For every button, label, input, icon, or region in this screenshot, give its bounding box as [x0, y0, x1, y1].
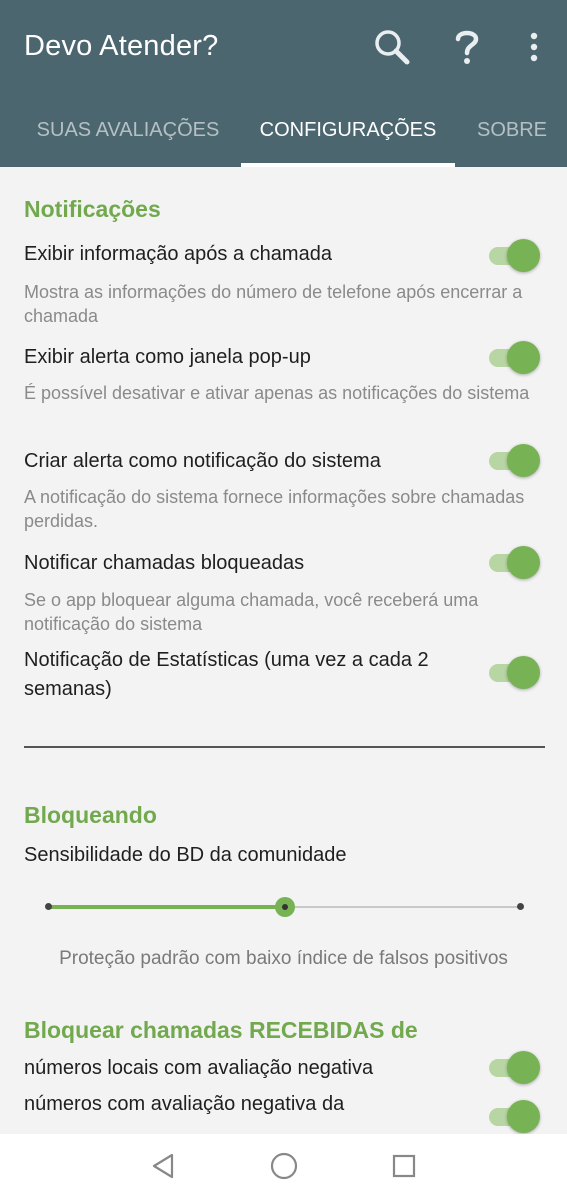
setting-subtitle: É possível desativar e ativar apenas as …: [24, 383, 530, 403]
setting-title[interactable]: Exibir informação após a chamada: [24, 240, 474, 269]
setting-title[interactable]: números locais com avaliação negativa: [24, 1054, 474, 1083]
setting-title[interactable]: números com avaliação negativa da: [24, 1090, 474, 1119]
slider-fill: [48, 905, 285, 909]
help-icon[interactable]: [452, 24, 482, 70]
setting-title[interactable]: Notificação de Estatísticas (uma vez a c…: [24, 646, 474, 704]
setting-subtitle: Se o app bloquear alguma chamada, você r…: [24, 590, 479, 634]
system-nav-bar: [0, 1134, 567, 1196]
toggle-numeros-negativos[interactable]: [489, 1100, 541, 1134]
more-vert-icon[interactable]: [522, 24, 546, 70]
home-icon[interactable]: [266, 1148, 302, 1184]
section-title-bloqueando: Bloqueando: [24, 802, 157, 828]
section-divider: [24, 746, 545, 748]
tab-bar: SUAS AVALIAÇÕES CONFIGURAÇÕES SOBRE: [0, 95, 567, 167]
toggle-estatisticas[interactable]: [489, 656, 541, 690]
sensitivity-slider[interactable]: [40, 892, 530, 922]
app-title: Devo Atender?: [24, 30, 219, 62]
slider-tick: [517, 903, 524, 910]
tab-sobre[interactable]: SOBRE: [470, 95, 554, 167]
active-tab-indicator: [241, 163, 455, 167]
sensitivity-label: Sensibilidade do BD da comunidade: [24, 844, 347, 866]
search-icon[interactable]: [372, 24, 412, 70]
section-title-bloquear-recebidas: Bloquear chamadas RECEBIDAS de: [24, 1017, 418, 1043]
app-bar: Devo Atender? SUAS AVALIAÇÕES CONFIGURAÇ…: [0, 0, 567, 167]
toggle-notificacao-sistema[interactable]: [489, 444, 541, 478]
setting-subtitle: Mostra as informações do número de telef…: [24, 282, 523, 326]
back-icon[interactable]: [145, 1148, 181, 1184]
section-title-notificacoes: Notificações: [24, 196, 161, 222]
tab-suas-avaliacoes[interactable]: SUAS AVALIAÇÕES: [0, 95, 256, 167]
tab-configuracoes[interactable]: CONFIGURAÇÕES: [241, 95, 455, 167]
recents-icon[interactable]: [386, 1148, 422, 1184]
setting-title[interactable]: Notificar chamadas bloqueadas: [24, 549, 474, 578]
setting-subtitle: A notificação do sistema fornece informa…: [24, 487, 525, 531]
toggle-alerta-popup[interactable]: [489, 341, 541, 375]
sensitivity-caption: Proteção padrão com baixo índice de fals…: [59, 948, 508, 969]
toggle-exibir-informacao[interactable]: [489, 239, 541, 273]
slider-tick: [45, 903, 52, 910]
setting-title[interactable]: Criar alerta como notificação do sistema: [24, 447, 474, 476]
slider-thumb[interactable]: [275, 897, 295, 917]
toggle-numeros-locais[interactable]: [489, 1051, 541, 1085]
toggle-chamadas-bloqueadas[interactable]: [489, 546, 541, 580]
setting-title[interactable]: Exibir alerta como janela pop-up: [24, 343, 474, 372]
